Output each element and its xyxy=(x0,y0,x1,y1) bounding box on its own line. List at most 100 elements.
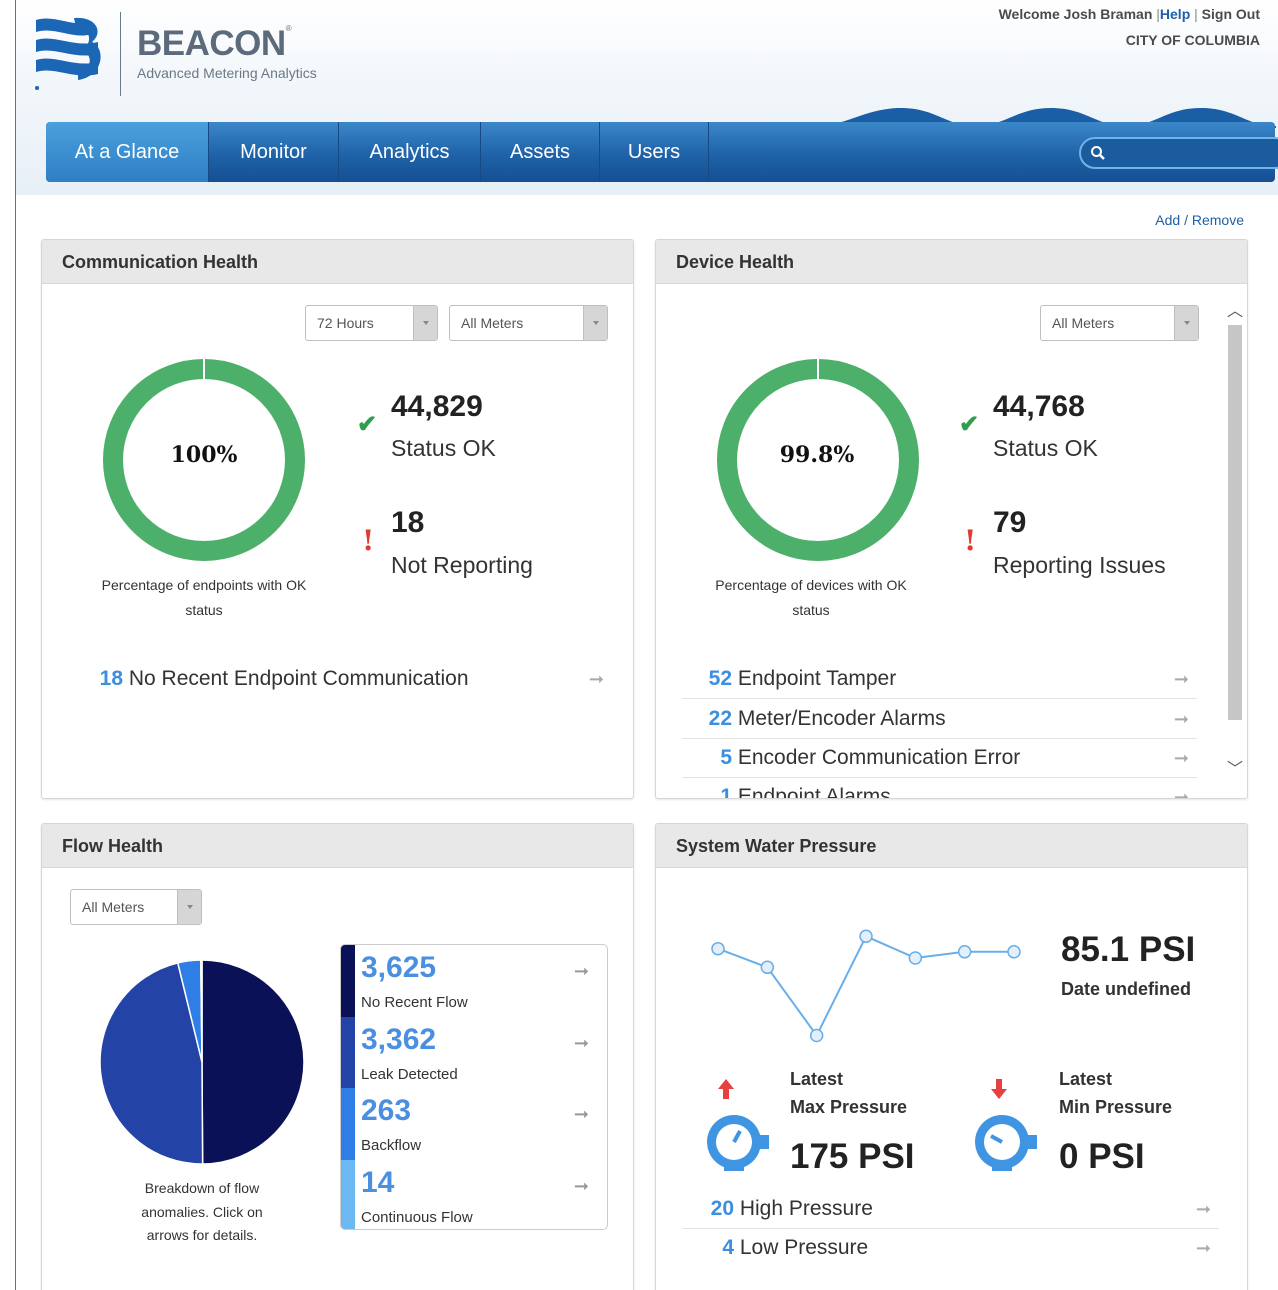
flow-pie-chart xyxy=(99,959,305,1165)
panel-scrollbar[interactable]: ︿ ﹀ xyxy=(1224,285,1246,795)
high-pressure-link[interactable]: 20 High Pressure ➞ xyxy=(682,1190,1219,1229)
min-pressure-gauge-icon xyxy=(975,1079,1037,1171)
low-pressure-link[interactable]: 4 Low Pressure ➞ xyxy=(682,1229,1219,1268)
backflow-item[interactable]: 263 Backflow ➞ xyxy=(341,1088,607,1160)
pie-slice-0 xyxy=(201,959,305,1165)
arrow-right-icon[interactable]: ➞ xyxy=(1174,739,1189,777)
nav-tab-analytics[interactable]: Analytics xyxy=(339,122,481,182)
search-input[interactable] xyxy=(1079,137,1278,169)
not-reporting-count: 18 xyxy=(391,506,425,539)
search-icon xyxy=(1091,146,1105,160)
nav-tab-users[interactable]: Users xyxy=(600,122,709,182)
alert-icon: ! xyxy=(362,524,375,557)
legend-swatch xyxy=(341,1088,355,1160)
arrow-right-icon[interactable]: ➞ xyxy=(574,1104,589,1125)
min-pressure-value: 0 PSI xyxy=(1059,1137,1145,1176)
continuous-flow-item[interactable]: 14 Continuous Flow ➞ xyxy=(341,1159,607,1229)
scrollbar-thumb[interactable] xyxy=(1228,325,1242,720)
meter-filter-select[interactable]: All Meters xyxy=(449,305,608,341)
current-pressure: 85.1 PSI xyxy=(1061,930,1196,969)
trend-point-6[interactable] xyxy=(1007,945,1021,959)
flow-health-panel: Flow Health All Meters Breakdown of flow… xyxy=(41,823,634,1290)
panel-title: System Water Pressure xyxy=(656,824,1247,868)
endpoint-tamper-link[interactable]: 52 Endpoint Tamper ➞ xyxy=(682,660,1197,699)
app-header: BEACON® Advanced Metering Analytics Welc… xyxy=(16,0,1278,195)
meter-filter-select[interactable]: All Meters xyxy=(70,889,202,925)
panel-title: Flow Health xyxy=(42,824,633,868)
nav-tab-at-a-glance[interactable]: At a Glance xyxy=(46,122,209,182)
leak-detected-item[interactable]: 3,362 Leak Detected ➞ xyxy=(341,1016,607,1088)
trend-point-5[interactable] xyxy=(957,945,972,959)
arrow-right-icon[interactable]: ➞ xyxy=(589,660,604,698)
status-ok-count: 44,829 xyxy=(391,390,483,423)
trend-point-3[interactable] xyxy=(859,929,873,944)
pie-caption: Breakdown of flow anomalies. Click on arro… xyxy=(141,1180,263,1243)
endpoint-alarms-link[interactable]: 1 Endpoint Alarms ➞ xyxy=(682,778,1197,798)
help-link[interactable]: Help xyxy=(1160,6,1190,22)
panel-title: Communication Health xyxy=(42,240,633,284)
meter-encoder-alarms-link[interactable]: 22 Meter/Encoder Alarms ➞ xyxy=(682,700,1197,739)
arrow-right-icon[interactable]: ➞ xyxy=(1174,660,1189,698)
ok-percentage: 100% xyxy=(170,442,238,468)
legend-swatch xyxy=(341,945,355,1017)
legend-swatch xyxy=(341,1159,355,1229)
arrow-right-icon[interactable]: ➞ xyxy=(1174,700,1189,738)
chevron-down-icon xyxy=(1174,306,1198,340)
trend-point-4[interactable] xyxy=(908,951,923,965)
status-ok-label: Status OK xyxy=(993,435,1098,461)
pressure-trend-sparkline xyxy=(711,929,1021,1043)
communication-health-panel: Communication Health 72 Hours All Meters… xyxy=(41,239,634,799)
meter-filter-select[interactable]: All Meters xyxy=(1040,305,1199,341)
max-label-line1: Latest xyxy=(790,1069,844,1089)
trend-point-0[interactable] xyxy=(711,941,725,956)
time-range-select[interactable]: 72 Hours xyxy=(305,305,438,341)
max-pressure-gauge-icon xyxy=(707,1079,769,1171)
user-bar: Welcome Josh Braman |Help | Sign Out xyxy=(998,6,1260,22)
chevron-down-icon xyxy=(583,306,607,340)
arrow-right-icon[interactable]: ➞ xyxy=(1196,1190,1211,1228)
status-ok-label: Status OK xyxy=(391,435,496,461)
device-health-panel: Device Health All Meters 99.8% Percentag… xyxy=(655,239,1248,799)
reporting-issues-count: 79 xyxy=(993,506,1027,539)
max-pressure-value: 175 PSI xyxy=(790,1137,915,1176)
encoder-comm-error-link[interactable]: 5 Encoder Communication Error ➞ xyxy=(682,739,1197,778)
arrow-right-icon[interactable]: ➞ xyxy=(1174,778,1189,798)
reporting-issues-label: Reporting Issues xyxy=(993,552,1166,578)
arrow-right-icon[interactable]: ➞ xyxy=(574,1176,589,1197)
not-reporting-label: Not Reporting xyxy=(391,552,533,578)
donut-caption: Percentage of endpoints with OK status xyxy=(101,577,307,618)
no-recent-comm-link[interactable]: 18 No Recent Endpoint Communication ➞ xyxy=(87,660,612,699)
trend-point-1[interactable] xyxy=(760,960,775,975)
beacon-logo-icon[interactable] xyxy=(34,14,104,94)
sign-out-link[interactable]: Sign Out xyxy=(1202,6,1260,22)
brand-name: BEACON® xyxy=(137,24,292,63)
welcome-text: Welcome Josh Braman xyxy=(998,6,1153,22)
utility-name: CITY OF COLUMBIA xyxy=(1125,32,1260,48)
chevron-down-icon[interactable]: ﹀ xyxy=(1227,755,1243,779)
brand-tagline: Advanced Metering Analytics xyxy=(137,65,317,81)
add-remove-link[interactable]: Add / Remove xyxy=(1155,212,1244,228)
min-label-line1: Latest xyxy=(1059,1069,1113,1089)
arrow-right-icon[interactable]: ➞ xyxy=(574,1033,589,1054)
arrow-right-icon[interactable]: ➞ xyxy=(574,961,589,982)
legend-swatch xyxy=(341,1016,355,1088)
current-pressure-date: Date undefined xyxy=(1061,979,1192,999)
donut-caption: Percentage of devices with OK status xyxy=(715,577,907,618)
status-ok-count: 44,768 xyxy=(993,390,1085,423)
system-water-pressure-panel: System Water Pressure 85.1 PSI Date unde… xyxy=(655,823,1248,1290)
chevron-down-icon xyxy=(413,306,437,340)
nav-tab-assets[interactable]: Assets xyxy=(481,122,600,182)
max-label-line2: Max Pressure xyxy=(790,1097,908,1117)
alert-icon: ! xyxy=(964,524,977,557)
chevron-up-icon[interactable]: ︿ xyxy=(1227,297,1243,321)
main-navbar: At a Glance Monitor Analytics Assets Use… xyxy=(46,122,1278,182)
trend-point-2[interactable] xyxy=(809,1028,824,1043)
no-recent-flow-item[interactable]: 3,625 No Recent Flow ➞ xyxy=(341,945,607,1017)
logo-divider xyxy=(120,12,121,96)
panel-title: Device Health xyxy=(656,240,1247,284)
nav-tab-monitor[interactable]: Monitor xyxy=(209,122,339,182)
ok-percentage: 99.8% xyxy=(779,442,855,468)
chevron-down-icon xyxy=(177,890,201,924)
check-icon: ✔ xyxy=(357,411,378,438)
arrow-right-icon[interactable]: ➞ xyxy=(1196,1229,1211,1267)
